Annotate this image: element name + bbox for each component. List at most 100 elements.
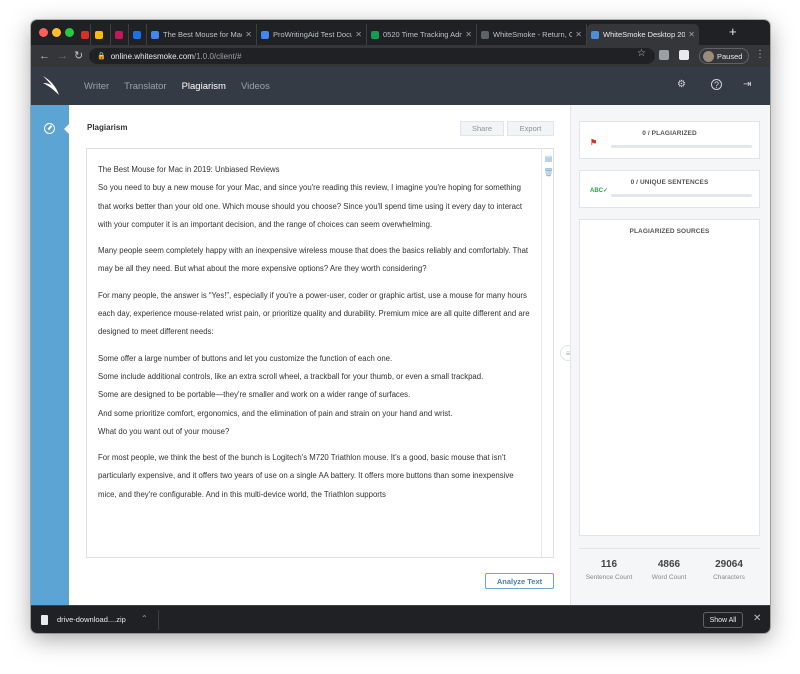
browser-tab[interactable]: ProWritingAid Test Docu ✕ [257,24,367,45]
avatar [703,50,714,62]
logout-icon[interactable]: ⇥ [743,79,751,91]
google-docs-icon [261,30,269,39]
download-item[interactable]: drive-download....zip [57,615,126,624]
settings-gear-icon[interactable]: ⚙ [677,79,686,91]
gmail-icon [81,30,89,39]
tab-title: ProWritingAid Test Docu [273,30,353,39]
sentence-count-value: 116 [600,559,618,570]
plagiarized-label: 0 / PLAGIARIZED [642,130,697,137]
reload-icon[interactable]: ↻ [74,49,83,63]
character-count-label: Characters [713,574,745,581]
browser-tab[interactable] [111,24,129,45]
plagiarized-progress-bar [611,145,752,148]
chevron-up-icon[interactable]: ⌃ [141,614,148,623]
abc-check-icon: ABC✓ [590,188,609,194]
document-text[interactable]: The Best Mouse for Mac in 2019: Unbiased… [98,161,530,512]
document-paragraph[interactable]: For many people, the answer is “Yes!”, e… [98,287,530,342]
document-icon[interactable]: ▤ [542,154,553,163]
close-window-button[interactable] [39,28,48,37]
close-tab-icon[interactable]: ✕ [355,30,362,39]
minimize-window-button[interactable] [52,28,61,37]
extension-icon[interactable] [679,50,689,60]
tab-title: The Best Mouse for Mac [163,30,243,39]
browser-tab[interactable] [77,24,91,45]
document-paragraph[interactable]: The Best Mouse for Mac in 2019: Unbiased… [98,161,530,234]
document-stats: 116 Sentence Count 4866 Word Count 29064… [579,548,760,588]
google-docs-icon [151,30,159,39]
browser-tab[interactable]: WhiteSmoke Desktop 20 ✕ [587,24,699,45]
plagiarism-flag-icon: ⚑ [590,138,598,147]
close-tab-icon[interactable]: ✕ [688,30,695,39]
trash-icon[interactable]: 🗑 [542,168,553,177]
nav-translator[interactable]: Translator [124,81,166,92]
tool-rail [31,105,70,605]
back-icon[interactable]: ← [39,49,50,63]
lock-icon: 🔒 [97,53,106,60]
whitesmoke-icon [591,30,599,39]
profile-status: Paused [717,51,743,61]
browser-tab[interactable]: WhiteSmoke - Return, G ✕ [477,24,587,45]
google-drive-icon [95,30,103,39]
address-bar-row: ← → ↻ 🔒 online.whitesmoke.com/1.0.0/clie… [31,45,770,67]
browser-tab[interactable]: 0520 Time Tracking Adm ✕ [367,24,477,45]
text-editor[interactable]: The Best Mouse for Mac in 2019: Unbiased… [86,148,554,558]
word-count-value: 4866 [657,559,681,570]
zoom-window-button[interactable] [65,28,74,37]
browser-tab[interactable]: The Best Mouse for Mac ✕ [147,24,257,45]
file-icon [41,615,48,625]
close-tab-icon[interactable]: ✕ [245,30,252,39]
plagiarized-sources-card: PLAGIARIZED SOURCES [579,219,760,536]
t-app-icon [115,30,123,39]
document-paragraph[interactable]: Some offer a large number of buttons and… [98,350,530,441]
url-path: /1.0.0/client/# [193,51,242,61]
new-tab-button[interactable]: + [729,25,737,39]
divider [158,610,159,630]
download-bar: drive-download....zip ⌃ Show All ✕ [31,605,770,633]
whitesmoke-logo[interactable] [40,74,62,98]
tab-title: 0520 Time Tracking Adm [383,30,463,39]
url-host: online.whitesmoke.com [110,51,194,61]
sentence-count-label: Sentence Count [585,574,633,581]
profile-button[interactable]: Paused [699,48,749,64]
loading-icon [481,30,489,39]
browser-tab[interactable] [129,24,147,45]
more-menu-icon[interactable]: ⋮ [755,49,765,60]
analyze-text-button[interactable]: Analyze Text [485,573,554,589]
forward-icon[interactable]: → [57,49,68,63]
character-count-stat: 29064 Characters [699,559,759,581]
nav-plagiarism[interactable]: Plagiarism [182,81,226,92]
word-count-stat: 4866 Word Count [639,559,699,581]
share-button[interactable]: Share [460,121,504,136]
tab-title: WhiteSmoke Desktop 20 [603,30,686,39]
document-paragraph[interactable]: Many people seem completely happy with a… [98,242,530,279]
sentence-count-stat: 116 Sentence Count [579,559,639,581]
plagiarized-card: 0 / PLAGIARIZED ⚑ [579,121,760,159]
document-paragraph[interactable]: For most people, we think the best of th… [98,449,530,504]
extension-icon[interactable] [659,50,669,60]
unique-progress-bar [611,194,752,197]
show-all-button[interactable]: Show All [703,612,743,628]
close-tab-icon[interactable]: ✕ [465,30,472,39]
close-download-bar-icon[interactable]: ✕ [753,613,761,624]
tab-title: WhiteSmoke - Return, G [493,30,573,39]
nav-writer[interactable]: Writer [84,81,109,92]
editor-toolbar: ▤ 🗑 [541,149,553,557]
export-button[interactable]: Export [507,121,554,136]
browser-window: The Best Mouse for Mac ✕ ProWritingAid Tes… [31,20,770,633]
app-header: Writer Translator Plagiarism Videos ⚙ ? ⇥ [31,67,770,105]
go-icon [133,30,141,39]
plagiarism-gauge-icon[interactable] [44,123,55,134]
panel-title: Plagiarism [87,123,128,132]
tab-strip: The Best Mouse for Mac ✕ ProWritingAid Tes… [31,20,770,45]
close-tab-icon[interactable]: ✕ [575,30,582,39]
active-tool-pointer [64,123,70,135]
main-nav: Writer Translator Plagiarism Videos [84,67,270,105]
url-field[interactable]: 🔒 online.whitesmoke.com/1.0.0/client/# [89,48,655,64]
unique-sentences-label: 0 / UNIQUE SENTENCES [630,179,709,186]
nav-videos[interactable]: Videos [241,81,270,92]
word-count-label: Word Count [651,574,687,581]
help-icon[interactable]: ? [711,79,722,90]
bookmark-star-icon[interactable]: ☆ [637,48,646,59]
plagiarized-sources-label: PLAGIARIZED SOURCES [629,228,710,235]
browser-tab[interactable] [91,24,111,45]
